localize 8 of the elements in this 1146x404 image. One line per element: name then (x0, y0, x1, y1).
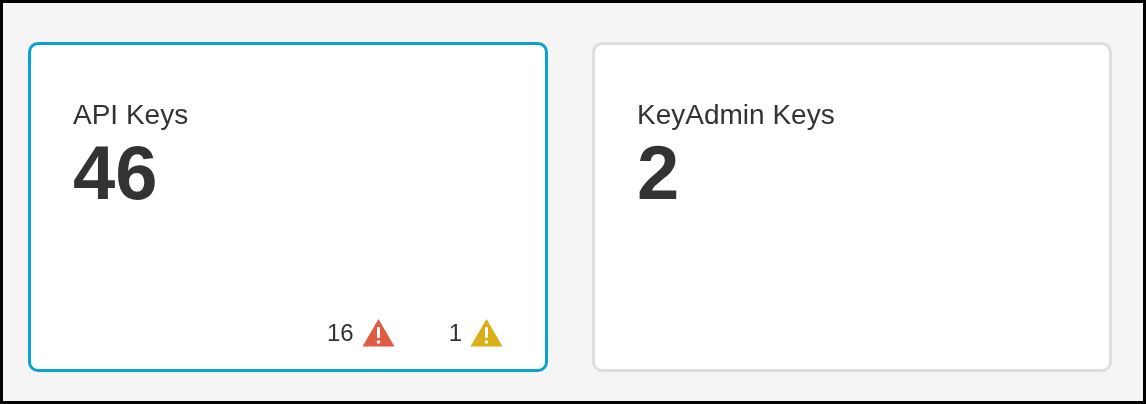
card-count: 46 (73, 133, 159, 213)
alert-count: 16 (326, 318, 354, 347)
alert-count: 1 (448, 318, 462, 347)
card-count: 2 (637, 133, 681, 213)
stat-card[interactable]: KeyAdmin Keys 2 (592, 42, 1112, 372)
card-title: API Keys (73, 99, 190, 131)
stat-card[interactable]: API Keys 46 16 1 (28, 42, 548, 372)
card-title: KeyAdmin Keys (637, 99, 836, 131)
